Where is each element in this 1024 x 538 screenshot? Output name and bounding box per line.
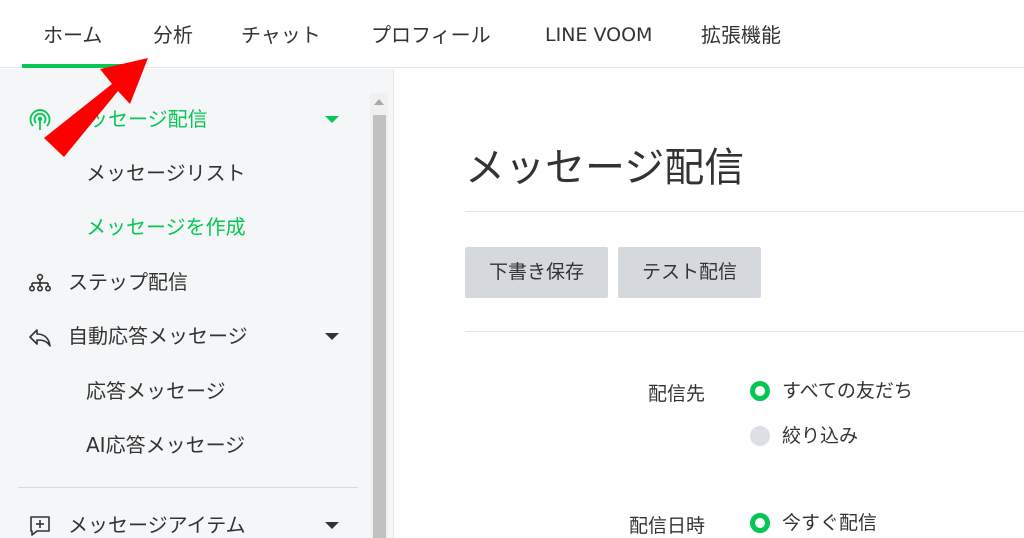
chevron-down-icon [325,333,339,340]
radio-label: 絞り込み [782,425,859,447]
sidebar-item-label: 自動応答メッセージ [68,324,248,348]
top-navigation: ホーム 分析 チャット プロフィール LINE VOOM 拡張機能 [0,0,1024,68]
radio-label: 今すぐ配信 [782,512,878,534]
sidebar-item-message-items[interactable]: メッセージアイテム [0,505,360,538]
sidebar-item-label: AI応答メッセージ [86,433,246,457]
add-message-icon [30,516,50,536]
reply-icon [29,329,51,347]
save-draft-button[interactable]: 下書き保存 [465,247,608,298]
sidebar-item-ai-reply[interactable]: AI応答メッセージ [0,425,360,465]
schedule-label: 配信日時 [628,515,705,537]
hierarchy-icon [28,273,51,292]
sidebar-item-message-list[interactable]: メッセージリスト [0,153,360,193]
test-send-button[interactable]: テスト配信 [618,247,761,298]
sidebar-item-message-delivery[interactable]: メッセージ配信 [0,99,360,139]
radio-all-friends[interactable]: すべての友だち [750,376,1000,406]
sidebar-divider [18,487,358,488]
sidebar-item-label: 応答メッセージ [86,379,226,403]
tab-home[interactable]: ホーム [43,0,102,68]
sidebar-item-label: メッセージアイテム [68,513,246,537]
sidebar-item-label: メッセージ配信 [68,107,208,131]
chevron-down-icon [325,116,339,123]
sidebar-item-reply-message[interactable]: 応答メッセージ [0,371,360,411]
active-tab-indicator [22,64,132,68]
radio-selected-icon [750,381,770,401]
scrollbar-thumb[interactable] [373,115,386,538]
sidebar-item-label: メッセージリスト [86,161,246,185]
sidebar-scrollbar[interactable] [370,93,388,538]
sidebar-item-create-message[interactable]: メッセージを作成 [0,207,360,247]
sidebar-item-label: ステップ配信 [68,270,188,294]
radio-selected-icon [750,513,770,533]
radio-send-now[interactable]: 今すぐ配信 [750,508,1000,538]
toolbar-divider [465,331,1024,332]
sidebar-item-step-delivery[interactable]: ステップ配信 [0,262,360,302]
sidebar-item-auto-reply[interactable]: 自動応答メッセージ [0,316,360,356]
radio-filter[interactable]: 絞り込み [750,421,1000,451]
title-divider [465,211,1024,212]
recipients-label: 配信先 [647,383,705,405]
tab-chat[interactable]: チャット [241,0,321,68]
page-title: メッセージ配信 [465,145,745,191]
radio-label: すべての友だち [782,380,913,402]
tab-extensions[interactable]: 拡張機能 [701,0,781,68]
tab-line-voom[interactable]: LINE VOOM [545,0,652,68]
radio-unselected-icon [750,426,770,446]
main-content: メッセージ配信 下書き保存 テスト配信 配信先 すべての友だち 絞り込み 配信日… [395,69,1024,538]
broadcast-icon [29,109,51,130]
sidebar: メッセージ配信 メッセージリスト メッセージを作成 ステップ配信 自動応答メッセ… [0,69,394,538]
tab-analytics[interactable]: 分析 [153,0,193,68]
sidebar-item-label: メッセージを作成 [86,215,246,239]
scroll-up-arrow-icon[interactable] [374,99,384,105]
chevron-down-icon [325,522,339,529]
tab-profile[interactable]: プロフィール [371,0,491,68]
